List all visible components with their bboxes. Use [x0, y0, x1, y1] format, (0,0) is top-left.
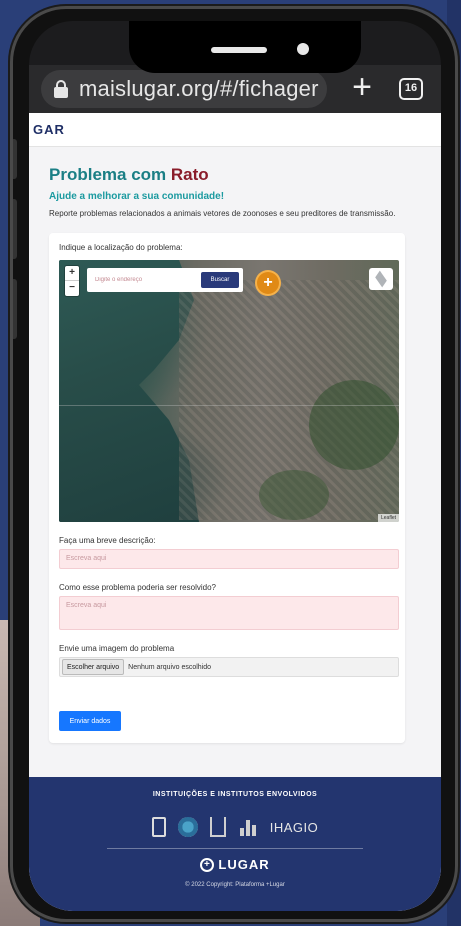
phone-frame: maislugar.org/#/fichager + 16 GAR Proble…: [10, 6, 458, 922]
solution-label: Como esse problema poderia ser resolvido…: [59, 583, 216, 592]
web-page: GAR Problema com Rato Ajude a melhorar a…: [29, 113, 441, 911]
file-status: Nenhum arquivo escolhido: [128, 663, 212, 671]
address-search-input[interactable]: [91, 272, 201, 288]
title-main: Problema com: [49, 165, 167, 184]
ihag-logo: IHAGIO: [269, 819, 319, 835]
main-content: Problema com Rato Ajude a melhorar a sua…: [29, 147, 441, 743]
partner-logos: IHAGIO: [29, 816, 441, 838]
new-tab-plus-icon[interactable]: +: [347, 70, 377, 104]
map-green-area: [309, 380, 399, 470]
map-zoom-control: + −: [65, 266, 79, 296]
footer-divider: [107, 848, 363, 849]
choose-file-button[interactable]: Escolher arquivo: [62, 659, 125, 675]
site-header: GAR: [29, 113, 441, 147]
report-form: Indique a localização do problema: + − D…: [49, 233, 405, 743]
silent-switch: [13, 139, 17, 179]
page-title: Problema com Rato: [49, 165, 421, 185]
phone-notch: [129, 21, 361, 73]
camera-icon: [297, 43, 309, 55]
location-map[interactable]: + − Buscar + Leaflet: [59, 260, 399, 522]
location-marker-icon[interactable]: +: [257, 272, 279, 294]
search-button[interactable]: Buscar: [201, 272, 239, 288]
submit-button[interactable]: Enviar dados: [59, 711, 121, 731]
volume-down-button: [13, 279, 17, 339]
url-text: maislugar.org/#/fichager: [79, 76, 319, 101]
address-bar[interactable]: maislugar.org/#/fichager: [41, 70, 327, 108]
footer-brand: + LUGAR: [29, 857, 441, 872]
page-subtitle: Ajude a melhorar a sua comunidade!: [49, 191, 225, 202]
volume-up-button: [13, 199, 17, 259]
description-label: Faça uma breve descrição:: [59, 536, 156, 545]
solution-field: Como esse problema poderia ser resolvido…: [59, 583, 399, 630]
solution-textarea[interactable]: Escreva aqui: [59, 596, 399, 630]
bars-logo-icon: [238, 818, 258, 836]
description-field: Faça uma breve descrição: Escreva aqui: [59, 536, 399, 569]
map-attribution[interactable]: Leaflet: [377, 514, 399, 522]
copyright-text: © 2022 Copyright: Plataforma +Lugar: [185, 882, 285, 888]
page-description: Reporte problemas relacionados a animais…: [49, 209, 396, 218]
footer-brand-text: LUGAR: [218, 857, 270, 872]
brand-logo-text[interactable]: GAR: [33, 122, 65, 137]
location-label: Indique a localização do problema:: [59, 243, 183, 252]
phone-screen: maislugar.org/#/fichager + 16 GAR Proble…: [29, 21, 441, 911]
university-logo-icon: [151, 817, 166, 837]
map-line: [59, 405, 399, 406]
zoom-in-button[interactable]: +: [65, 266, 79, 281]
image-field: Envie uma imagem do problema Escolher ar…: [59, 644, 399, 677]
lock-icon: [53, 80, 69, 98]
site-footer: INSTITUIÇÕES E INSTITUTOS ENVOLVIDOS IHA…: [29, 777, 441, 911]
map-green-area: [259, 470, 329, 520]
file-upload: Escolher arquivo Nenhum arquivo escolhid…: [59, 657, 399, 677]
speaker-icon: [211, 47, 267, 53]
title-accent: Rato: [170, 165, 209, 184]
description-input[interactable]: Escreva aqui: [59, 549, 399, 569]
lugar-logo-icon: +: [200, 857, 215, 872]
map-search-box: Buscar: [87, 268, 243, 292]
footer-heading: INSTITUIÇÕES E INSTITUTOS ENVOLVIDOS: [152, 791, 318, 798]
partner-logo-icon: [209, 817, 226, 837]
image-label: Envie uma imagem do problema: [59, 644, 175, 653]
institute-seal-icon: [177, 817, 198, 837]
zoom-out-button[interactable]: −: [65, 281, 79, 296]
layers-icon[interactable]: [369, 268, 393, 290]
tab-count-icon[interactable]: 16: [399, 78, 423, 100]
